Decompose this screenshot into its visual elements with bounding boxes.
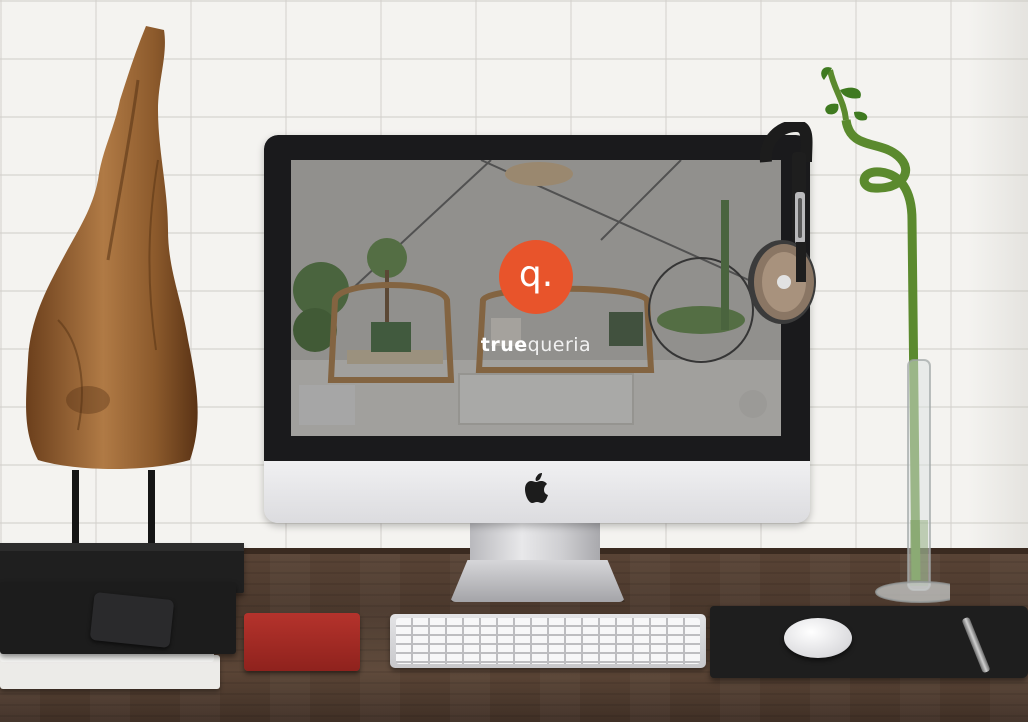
driftwood-sculpture (26, 26, 198, 469)
sculpture-rod-left (72, 470, 79, 548)
wall-shadow (968, 0, 1028, 556)
desk-scene: q. truequeria (0, 0, 1028, 722)
brand-logo-mark: q. (499, 240, 573, 314)
red-notebook (244, 613, 360, 671)
sculpture-rod-right (148, 470, 155, 548)
lucky-bamboo-vase (821, 67, 950, 603)
imac-stand-foot (450, 560, 625, 602)
brand-wordmark: truequeria (291, 334, 781, 356)
imac-stand-neck (470, 523, 600, 563)
keyboard-keys (396, 618, 700, 664)
imac-screen: q. truequeria (291, 160, 781, 436)
brand-name-light: queria (527, 334, 592, 356)
apple-icon (525, 473, 548, 503)
headphones (748, 122, 816, 324)
smartphone (89, 591, 175, 649)
magic-mouse (784, 618, 852, 658)
sculpture-base-top (0, 543, 244, 551)
brand-name-bold: true (480, 334, 528, 356)
